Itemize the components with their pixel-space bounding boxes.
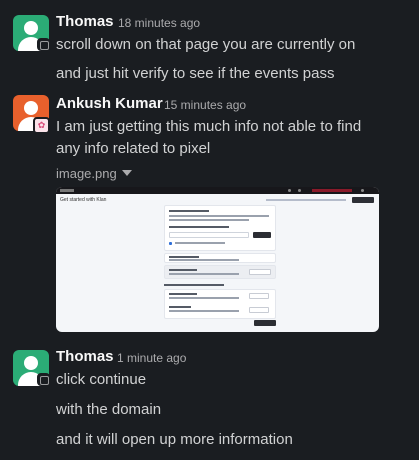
thumbnail-text [164,284,224,286]
thumbnail-links [266,199,346,201]
message-text: I am just getting this much info not abl… [56,118,362,135]
thumbnail-text [169,259,239,261]
status-icon [37,373,50,386]
attachment-filename[interactable]: image.png [56,166,117,181]
message-text: and it will open up more information [56,431,293,448]
thumbnail-text [169,310,239,312]
thumbnail-text [175,242,225,244]
thumbnail-checkbox [169,242,172,245]
thumbnail-text [169,256,199,258]
author-name[interactable]: Thomas [56,348,114,365]
thumbnail-text [169,226,229,228]
flower-emoji-icon: ✿ [33,117,50,134]
author-name[interactable]: Ankush Kumar [56,95,163,112]
thumbnail-topbar [56,187,379,194]
caret-down-icon[interactable] [122,170,132,176]
message-thomas-2: Thomas 1 minute ago click continue with … [0,340,406,460]
avatar-head [24,356,38,370]
thumbnail-card [164,205,276,251]
thumbnail-button [352,197,374,203]
timestamp[interactable]: 15 minutes ago [164,98,246,112]
message-text: click continue [56,371,147,388]
thumbnail-button [254,320,276,326]
message-thomas-1: Thomas 18 minutes ago scroll down on tha… [0,0,406,90]
thumbnail-card [164,289,276,319]
thumbnail-text [169,215,269,217]
author-name[interactable]: Thomas [56,13,114,30]
thumbnail-button [249,293,269,299]
thumbnail-account [312,189,352,192]
thumbnail-dot [288,189,291,192]
timestamp[interactable]: 1 minute ago [117,351,186,365]
thumbnail-text [169,273,239,275]
timestamp[interactable]: 18 minutes ago [118,16,200,30]
message-text: any info related to pixel [56,140,211,157]
thumbnail-logo [60,189,74,192]
thumbnail-button [253,232,271,238]
thumbnail-button [249,307,269,313]
thumbnail-button [249,269,271,275]
message-text: and just hit verify to see if the events… [56,65,335,82]
avatar-head [24,101,38,115]
message-text: with the domain [56,401,162,418]
thumbnail-text [169,306,191,308]
thumbnail-title: Get started with Klan [60,197,107,203]
message-text: scroll down on that page you are current… [56,36,356,53]
thumbnail-input [169,232,249,238]
thumbnail-dot [361,189,364,192]
attachment-image[interactable]: Get started with Klan [56,187,379,332]
avatar-head [24,21,38,35]
thumbnail-text [169,269,197,271]
thumbnail-text [169,210,209,212]
thumbnail-text [169,293,197,295]
status-icon [37,38,50,51]
thumbnail-card [164,253,276,263]
thumbnail-text [169,219,249,221]
thumbnail-text [169,297,239,299]
thumbnail-card [164,265,276,279]
thumbnail-dot [298,189,301,192]
